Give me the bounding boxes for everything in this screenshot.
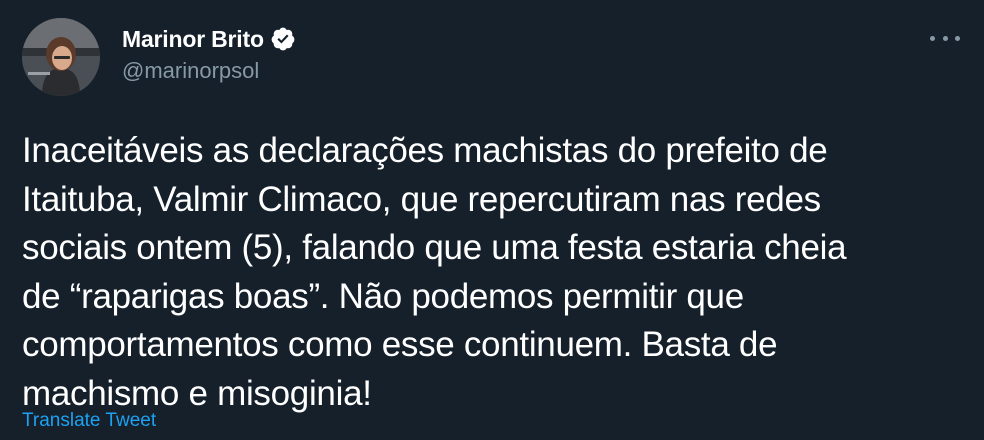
tweet-text: Inaceitáveis as declarações machistas do… <box>22 131 847 413</box>
verified-badge-icon <box>270 26 296 52</box>
more-dot <box>955 35 960 41</box>
translate-tweet-link[interactable]: Translate Tweet <box>22 410 156 432</box>
tweet-header: Marinor Brito @marinorpsol <box>122 24 296 84</box>
avatar-image <box>22 18 100 96</box>
user-avatar[interactable] <box>22 18 100 96</box>
author-display-name[interactable]: Marinor Brito <box>122 26 264 53</box>
more-options-icon[interactable] <box>930 28 960 48</box>
tweet-card: Marinor Brito @marinorpsol Inaceitáveis … <box>0 0 984 440</box>
more-dot <box>930 35 935 41</box>
author-handle[interactable]: @marinorpsol <box>122 58 296 84</box>
name-row: Marinor Brito <box>122 24 296 54</box>
more-dot <box>942 35 948 41</box>
